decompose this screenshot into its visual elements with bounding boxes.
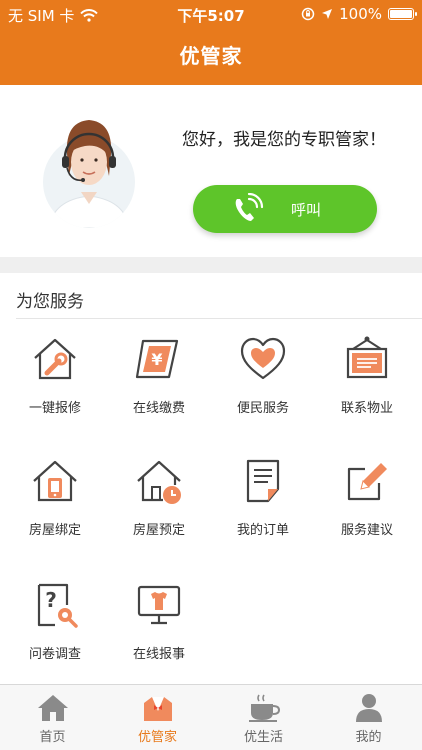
svg-text:¥: ¥ (151, 350, 162, 369)
butler-hero: 您好，我是您的专职管家！ 呼叫 (0, 85, 422, 257)
butler-icon (143, 697, 172, 721)
svg-text:?: ? (45, 588, 57, 612)
service-convenience-label: 便民服务 (236, 401, 289, 416)
battery-percent: 100% (339, 5, 382, 23)
service-suggestion-label: 服务建议 (340, 523, 393, 538)
edit-icon (347, 463, 387, 501)
house-wrench-icon (34, 338, 76, 380)
status-right: 100% (301, 5, 417, 23)
service-my-orders-label: 我的订单 (236, 523, 289, 538)
services-section: 为您服务 一键报修 ¥ 在线缴费 便民服务 联系物业 房屋绑定 房屋预定 我的订… (0, 273, 422, 684)
person-icon (355, 694, 382, 722)
heart-icon (240, 337, 286, 380)
house-clock-icon (137, 460, 181, 504)
call-button-label: 呼叫 (291, 201, 322, 219)
tab-home[interactable]: 首页 (0, 685, 105, 750)
home-icon (37, 695, 68, 721)
services-divider (16, 318, 422, 319)
phone-call-icon (235, 193, 264, 221)
service-payment-label: 在线缴费 (132, 401, 185, 416)
tab-home-label: 首页 (39, 730, 66, 745)
notice-board-icon (346, 336, 388, 379)
service-online-report[interactable]: 在线报事 (107, 581, 211, 671)
tab-life[interactable]: 优生活 (211, 685, 316, 750)
tab-life-label: 优生活 (243, 730, 283, 745)
services-title: 为您服务 (16, 292, 84, 312)
yuan-bill-icon: ¥ (135, 339, 179, 379)
document-icon (246, 459, 280, 503)
survey-icon: ? (37, 583, 78, 628)
tab-bar: 首页 优管家 优生活 我的 (0, 684, 422, 750)
service-online-report-label: 在线报事 (132, 647, 185, 662)
service-payment[interactable]: ¥ 在线缴费 (107, 335, 211, 425)
service-suggestion[interactable]: 服务建议 (315, 457, 419, 547)
service-survey[interactable]: ? 问卷调查 (3, 581, 107, 671)
tab-mine[interactable]: 我的 (316, 685, 421, 750)
coffee-cup-icon (248, 694, 280, 722)
house-phone-icon (33, 460, 77, 502)
service-house-booking-label: 房屋预定 (132, 523, 185, 538)
battery-icon (388, 8, 417, 20)
tab-butler[interactable]: 优管家 (105, 685, 210, 750)
service-my-orders[interactable]: 我的订单 (211, 457, 315, 547)
tab-mine-label: 我的 (355, 730, 382, 745)
greeting-text: 您好，我是您的专职管家！ (182, 130, 386, 150)
service-house-booking[interactable]: 房屋预定 (107, 457, 211, 547)
monitor-report-icon (137, 585, 181, 625)
nav-title: 优管家 (0, 28, 422, 85)
orientation-lock-icon (301, 7, 315, 21)
service-house-binding-label: 房屋绑定 (28, 523, 81, 538)
call-button[interactable]: 呼叫 (193, 185, 377, 233)
service-convenience[interactable]: 便民服务 (211, 335, 315, 425)
service-repair[interactable]: 一键报修 (3, 335, 107, 425)
service-contact-property-label: 联系物业 (340, 401, 393, 416)
service-repair-label: 一键报修 (28, 401, 81, 416)
butler-avatar (43, 120, 135, 228)
status-bar: 无 SIM 卡 下午5:07 100% (0, 0, 422, 28)
tab-butler-label: 优管家 (137, 730, 177, 745)
location-arrow-icon (322, 9, 333, 19)
service-contact-property[interactable]: 联系物业 (315, 335, 419, 425)
service-survey-label: 问卷调查 (28, 647, 81, 662)
service-house-binding[interactable]: 房屋绑定 (3, 457, 107, 547)
